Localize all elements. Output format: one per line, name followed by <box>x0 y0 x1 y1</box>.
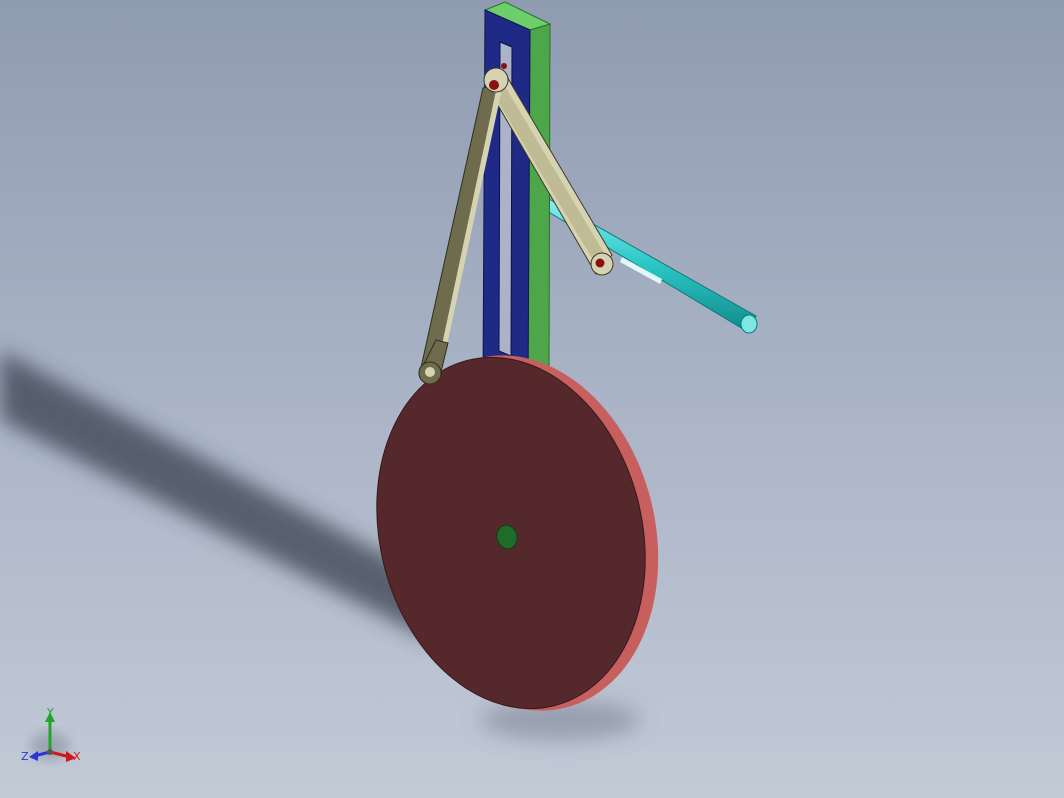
triad-x-label: X <box>73 750 81 763</box>
triad-y-label: Y <box>46 706 54 719</box>
cad-viewport[interactable]: Y X Z <box>0 0 1064 798</box>
slotted-frame[interactable] <box>482 1 552 386</box>
triad-z-label: Z <box>21 750 29 763</box>
top-pin-icon <box>489 80 499 90</box>
axle-pin-icon <box>595 258 605 268</box>
